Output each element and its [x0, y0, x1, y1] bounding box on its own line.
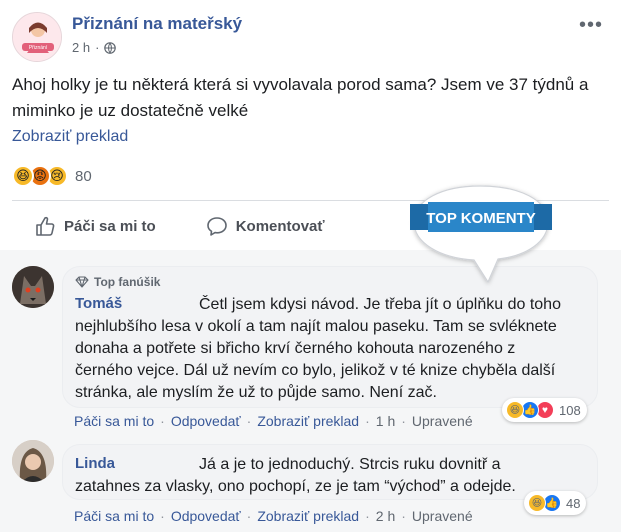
comment-text-line: černého vejce. Dál už nevím co bylo, jel… [75, 362, 556, 379]
comment-edited[interactable]: Upravené [412, 508, 473, 524]
haha-reaction-icon: 😆 [528, 494, 546, 512]
post-time[interactable]: 2 h [72, 40, 90, 55]
top-fan-badge: Top fanúšik [75, 275, 160, 289]
page-logo-icon: Přiznání [13, 13, 61, 61]
comment-bubble: Linda Já a je to jednoduchý. Strcis ruku… [62, 444, 598, 500]
comment-like-link[interactable]: Páči sa mi to [74, 413, 154, 429]
separator-dot: · [160, 508, 165, 524]
comment-time[interactable]: 2 h [376, 508, 395, 524]
reactions-summary[interactable]: 😆 😡 😢 80 [12, 164, 92, 188]
separator-dot: · [401, 508, 406, 524]
separator-dot: · [401, 413, 406, 429]
comment-text-line: zatahnes za vlasky, ono pochopí, ze je t… [75, 478, 516, 495]
post-header: Přiznání Přiznání na mateřský 2 h · ••• [12, 12, 609, 62]
page-avatar[interactable]: Přiznání [12, 12, 62, 62]
comment-actions: Páči sa mi to · Odpovedať · Zobraziť pre… [74, 413, 473, 429]
separator-dot: · [246, 413, 252, 429]
more-options-icon[interactable]: ••• [579, 14, 603, 37]
diamond-icon [75, 276, 89, 288]
comment-reactions[interactable]: 😆 👍 48 [524, 491, 587, 515]
comment-text-line: nejhlubšího lesa v okolí a tam najít mal… [75, 318, 557, 335]
comment-reply-link[interactable]: Odpovedať [171, 413, 241, 429]
wolf-avatar-icon [12, 266, 54, 308]
translate-link[interactable]: Zobraziť preklad [12, 128, 128, 146]
banner-label: TOP KOMENTY [426, 210, 535, 227]
comment-translate-link[interactable]: Zobraziť preklad [257, 413, 359, 429]
comment-reaction-count: 108 [559, 402, 581, 418]
comment-label: Komentovať [235, 217, 325, 235]
comment-text-line: donaha a potřete si břicho krví černého … [75, 340, 516, 357]
comment-author[interactable]: Linda [75, 455, 115, 472]
like-button[interactable]: Páči sa mi to [34, 215, 156, 237]
comment-reactions[interactable]: 😆 👍 ♥ 108 [502, 398, 587, 422]
comment-author[interactable]: Tomáš [75, 295, 122, 312]
comment-reaction-count: 48 [566, 495, 581, 511]
meta-dot: · [95, 40, 100, 55]
comment-button[interactable]: Komentovať [206, 215, 325, 237]
badge-label: Top fanúšik [94, 275, 161, 289]
post-meta: 2 h · [72, 40, 117, 55]
reaction-count[interactable]: 80 [75, 168, 92, 185]
top-comments-banner: TOP KOMENTY [370, 180, 590, 290]
page-name[interactable]: Přiznání na mateřský [72, 14, 242, 34]
like-label: Páči sa mi to [64, 217, 156, 235]
speech-bubble-icon: TOP KOMENTY [410, 185, 552, 284]
person-avatar-icon [12, 440, 54, 482]
comment-text-line: stránka, ale myslím že už to půjde samo.… [75, 384, 437, 401]
globe-icon [104, 41, 117, 54]
svg-text:Přiznání: Přiznání [29, 45, 48, 51]
commenter-avatar[interactable] [12, 440, 54, 482]
separator-dot: · [365, 508, 370, 524]
comment-text-line: Já a je to jednoduchý. Strcis ruku dovni… [199, 456, 501, 473]
haha-reaction-icon: 😆 [506, 401, 524, 419]
comment-like-link[interactable]: Páči sa mi to [74, 508, 154, 524]
comment-time[interactable]: 1 h [376, 413, 395, 429]
comment-translate-link[interactable]: Zobraziť preklad [257, 508, 359, 524]
separator-dot: · [246, 508, 252, 524]
separator-dot: · [160, 413, 165, 429]
commenter-avatar[interactable] [12, 266, 54, 308]
post-text: Ahoj holky je tu některá která si vyvola… [12, 75, 589, 120]
comment-icon [206, 217, 227, 236]
haha-reaction-icon: 😆 [12, 165, 34, 187]
comment-actions: Páči sa mi to · Odpovedať · Zobraziť pre… [74, 508, 473, 524]
thumbs-up-icon [36, 216, 55, 236]
comment-reply-link[interactable]: Odpovedať [171, 508, 241, 524]
comment-edited[interactable]: Upravené [412, 413, 473, 429]
comment-text-line: Četl jsem kdysi návod. Je třeba jít o úp… [199, 296, 561, 313]
separator-dot: · [365, 413, 370, 429]
